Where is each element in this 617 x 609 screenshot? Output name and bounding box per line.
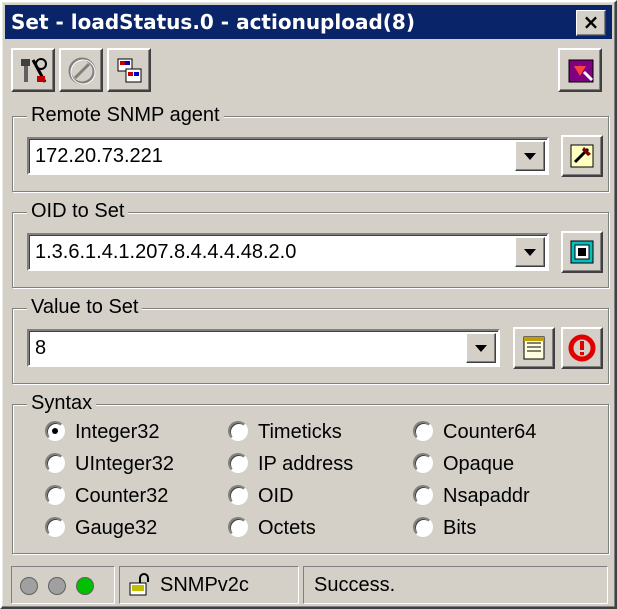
title-bar[interactable]: Set - loadStatus.0 - actionupload(8) ×	[5, 5, 612, 39]
status-leds-panel	[11, 566, 115, 604]
oid-value[interactable]: 1.3.6.1.4.1.207.8.4.4.4.48.2.0	[35, 241, 296, 264]
value-group: Value to Set 8	[12, 296, 609, 384]
agent-properties-icon	[570, 144, 594, 168]
radio-dot[interactable]	[413, 421, 433, 441]
radio-dot[interactable]	[413, 485, 433, 505]
mib-browser-icon	[117, 58, 142, 83]
syntax-group: Syntax Integer32 Timeticks Counter64 UIn…	[12, 392, 609, 554]
tools-icon	[21, 58, 47, 83]
radio-integer32[interactable]: Integer32	[45, 419, 160, 445]
radio-label: Bits	[443, 517, 477, 539]
exit-icon	[568, 59, 594, 83]
oid-select-button[interactable]	[561, 231, 603, 273]
radio-ip-address[interactable]: IP address	[228, 451, 353, 477]
oid-dropdown-arrow[interactable]	[515, 237, 545, 267]
mib-browser-button[interactable]	[107, 48, 151, 92]
status-bar: SNMPv2c Success.	[5, 564, 612, 606]
value-dropdown-arrow[interactable]	[466, 333, 496, 363]
radio-label: IP address	[258, 453, 354, 475]
disabled-button[interactable]	[59, 48, 103, 92]
status-message: Success.	[314, 574, 396, 596]
radio-dot[interactable]	[45, 485, 65, 505]
radio-uinteger32[interactable]: UInteger32	[45, 451, 174, 477]
radio-dot[interactable]	[228, 485, 248, 505]
radio-dot[interactable]	[413, 453, 433, 473]
agent-properties-button[interactable]	[561, 135, 603, 177]
radio-counter64[interactable]: Counter64	[413, 419, 536, 445]
radio-dot[interactable]	[228, 453, 248, 473]
syntax-label: Syntax	[27, 392, 97, 415]
value-edit-button[interactable]	[513, 327, 555, 369]
remote-agent-group: Remote SNMP agent 172.20.73.221	[12, 104, 609, 192]
oid-label: OID to Set	[27, 200, 129, 223]
snmp-version-panel[interactable]: SNMPv2c	[119, 566, 299, 604]
led-gray-icon	[20, 577, 38, 595]
refresh-alert-icon	[568, 334, 596, 362]
radio-opaque[interactable]: Opaque	[413, 451, 514, 477]
agent-dropdown-arrow[interactable]	[515, 141, 545, 171]
value-label: Value to Set	[27, 296, 143, 319]
radio-label: Counter32	[75, 485, 169, 507]
agent-combobox[interactable]: 172.20.73.221	[27, 137, 549, 175]
apply-set-button[interactable]	[561, 327, 603, 369]
radio-dot[interactable]	[228, 517, 248, 537]
set-dialog-window: Set - loadStatus.0 - actionupload(8) × R…	[0, 0, 617, 609]
radio-label: Opaque	[443, 453, 515, 475]
oid-combobox[interactable]: 1.3.6.1.4.1.207.8.4.4.4.48.2.0	[27, 233, 549, 271]
remote-agent-label: Remote SNMP agent	[27, 104, 224, 127]
value-combobox[interactable]: 8	[27, 329, 500, 367]
snmp-version-text: SNMPv2c	[160, 574, 249, 596]
value-input[interactable]: 8	[35, 337, 46, 360]
agent-value[interactable]: 172.20.73.221	[35, 145, 163, 168]
radio-label: Timeticks	[258, 421, 342, 443]
radio-label: Nsapaddr	[443, 485, 530, 507]
oid-group: OID to Set 1.3.6.1.4.1.207.8.4.4.4.48.2.…	[12, 200, 609, 288]
radio-label: Octets	[258, 517, 316, 539]
notepad-icon	[523, 336, 545, 360]
radio-nsapaddr[interactable]: Nsapaddr	[413, 483, 530, 509]
led-gray-icon	[48, 577, 66, 595]
radio-oid[interactable]: OID	[228, 483, 294, 509]
close-button[interactable]: ×	[576, 10, 606, 36]
radio-dot[interactable]	[413, 517, 433, 537]
exit-button[interactable]	[558, 48, 602, 92]
radio-bits[interactable]: Bits	[413, 515, 476, 541]
radio-dot[interactable]	[228, 421, 248, 441]
radio-dot-selected[interactable]	[45, 421, 65, 441]
radio-label: Gauge32	[75, 517, 158, 539]
radio-label: Counter64	[443, 421, 537, 443]
radio-dot[interactable]	[45, 517, 65, 537]
disabled-circle-icon	[68, 57, 96, 85]
radio-label: Integer32	[75, 421, 160, 443]
radio-dot[interactable]	[45, 453, 65, 473]
window-title: Set - loadStatus.0 - actionupload(8)	[11, 10, 415, 34]
lock-computer-icon	[129, 573, 149, 596]
radio-counter32[interactable]: Counter32	[45, 483, 168, 509]
status-message-panel: Success.	[303, 566, 608, 604]
radio-timeticks[interactable]: Timeticks	[228, 419, 342, 445]
radio-octets[interactable]: Octets	[228, 515, 316, 541]
radio-gauge32[interactable]: Gauge32	[45, 515, 157, 541]
stop-square-icon	[570, 240, 594, 264]
radio-label: UInteger32	[75, 453, 174, 475]
led-green-icon	[76, 577, 94, 595]
tools-button[interactable]	[11, 48, 55, 92]
radio-label: OID	[258, 485, 294, 507]
toolbar	[5, 42, 612, 96]
